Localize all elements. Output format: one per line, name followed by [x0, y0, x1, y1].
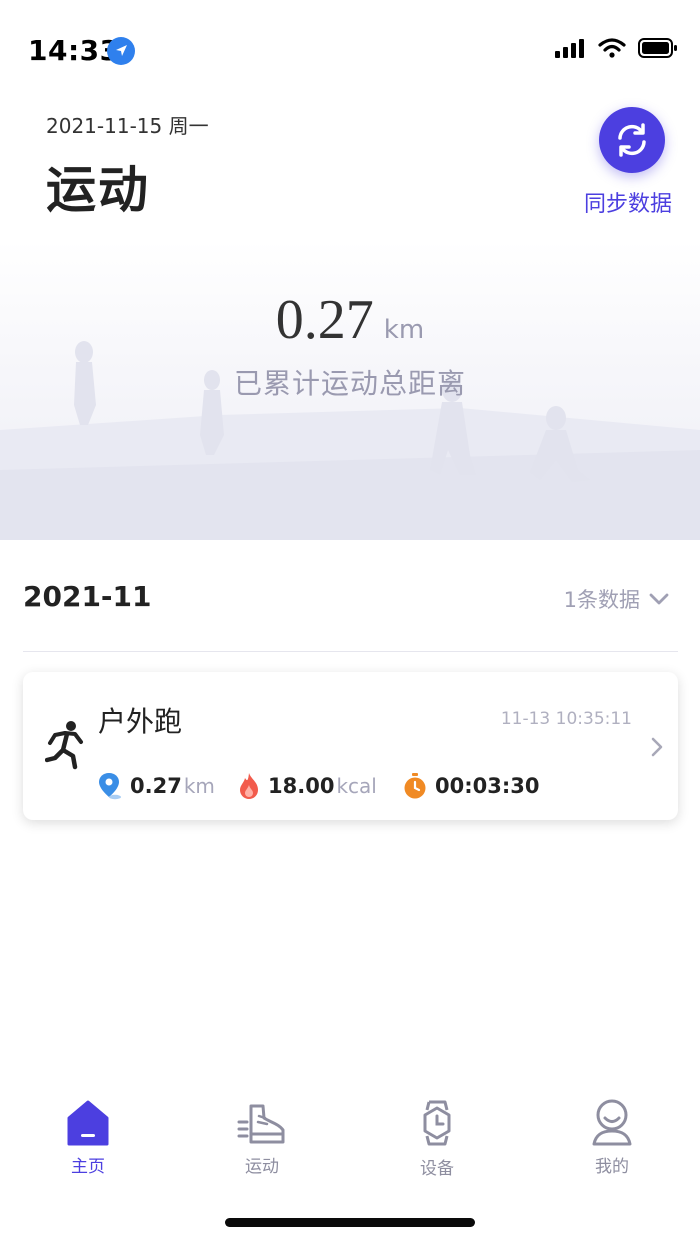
record-calories-value: 18.00	[268, 774, 335, 798]
sync-button[interactable]	[599, 107, 665, 173]
total-distance-unit: km	[383, 315, 425, 345]
battery-icon	[638, 38, 677, 58]
record-duration-value: 00:03:30	[435, 774, 540, 798]
tab-home-label: 主页	[71, 1157, 105, 1177]
month-count-toggle[interactable]: 1条数据	[564, 584, 670, 614]
record-calories: 18.00 kcal	[238, 772, 377, 800]
chevron-right-icon	[651, 737, 663, 757]
wifi-icon	[598, 38, 626, 58]
flame-icon	[240, 773, 258, 799]
tab-mine-label: 我的	[595, 1157, 629, 1177]
runner-icon	[45, 721, 83, 770]
location-pin-icon	[99, 773, 121, 800]
divider	[23, 651, 678, 652]
tab-device[interactable]: 设备	[377, 1090, 497, 1179]
record-distance-unit: km	[183, 774, 215, 798]
record-type: 户外跑	[98, 705, 183, 738]
tab-bar: 主页 运动 设备 我的	[0, 1090, 700, 1190]
month-count-label: 1条数据	[563, 588, 640, 612]
watch-icon	[423, 1100, 451, 1146]
distance-summary: 0.27 km 已累计运动总距离	[0, 240, 700, 540]
total-distance-value: 0.27	[275, 289, 374, 351]
sync-icon	[618, 123, 646, 157]
total-distance: 0.27 km	[0, 288, 700, 352]
month-title: 2021-11	[23, 580, 152, 613]
shoe-icon	[237, 1104, 285, 1144]
record-duration: 00:03:30	[403, 772, 539, 800]
page-title: 运动	[46, 161, 150, 219]
record-distance: 0.27 km	[98, 772, 215, 800]
status-time: 14:33	[28, 34, 120, 67]
tab-mine[interactable]: 我的	[552, 1090, 672, 1177]
total-distance-caption: 已累计运动总距离	[233, 367, 466, 400]
chevron-down-icon	[649, 593, 669, 605]
date-label: 2021-11-15 周一	[46, 114, 209, 138]
record-distance-value: 0.27	[130, 774, 182, 798]
location-arrow-icon	[107, 37, 135, 65]
record-card[interactable]: 户外跑 11-13 10:35:11 0.27 km 18.00 kcal 00…	[23, 672, 678, 820]
stopwatch-icon	[404, 773, 426, 799]
user-icon	[592, 1099, 632, 1146]
status-icons	[554, 38, 678, 58]
tab-home[interactable]: 主页	[28, 1090, 148, 1177]
record-calories-unit: kcal	[336, 774, 377, 798]
record-datetime: 11-13 10:35:11	[500, 709, 632, 729]
tab-sport-label: 运动	[245, 1157, 279, 1177]
home-indicator[interactable]	[225, 1218, 475, 1227]
home-icon	[67, 1100, 109, 1146]
status-bar: 14:33	[0, 0, 700, 100]
tab-device-label: 设备	[420, 1159, 454, 1179]
signal-icon	[555, 39, 584, 58]
sync-label[interactable]: 同步数据	[584, 186, 672, 218]
tab-sport[interactable]: 运动	[202, 1090, 322, 1177]
